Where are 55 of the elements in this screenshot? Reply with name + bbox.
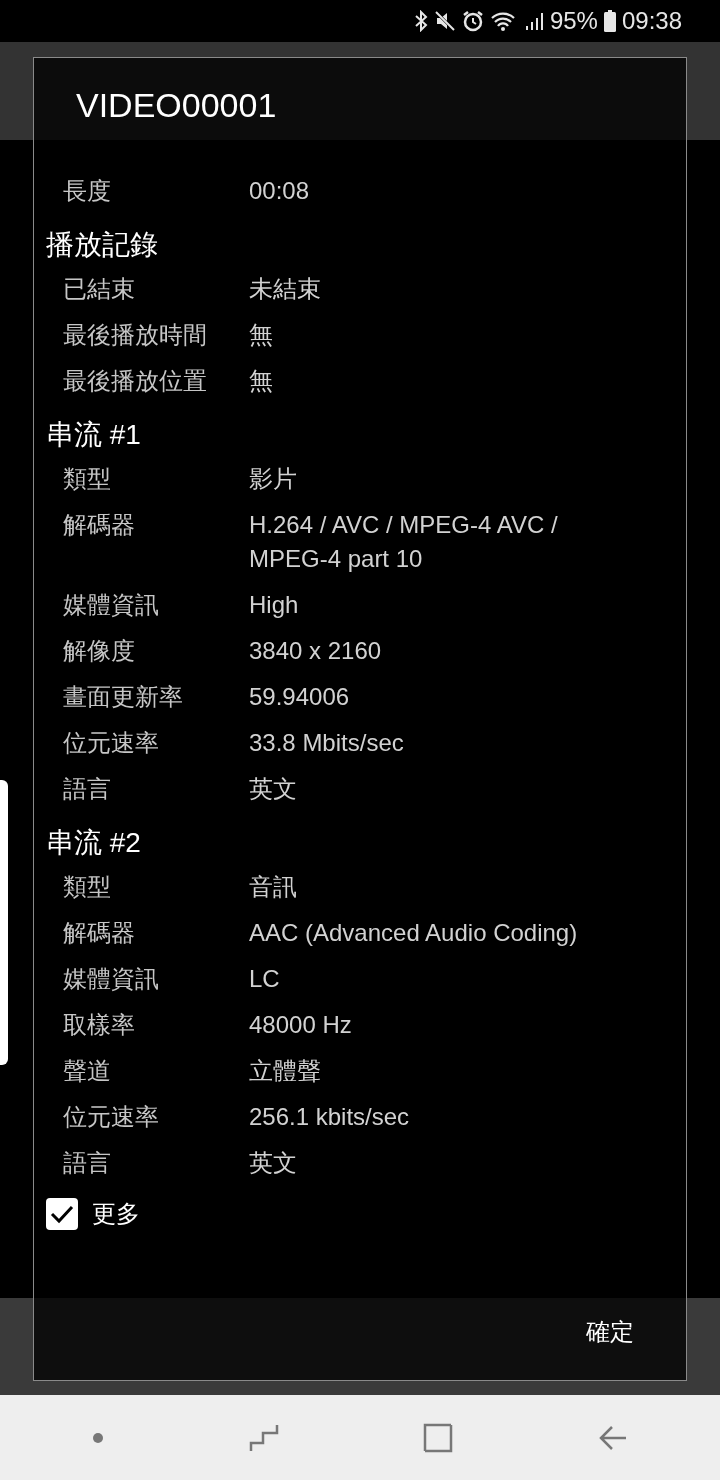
property-label: 媒體資訊: [63, 964, 160, 994]
alarm-icon: [461, 10, 484, 32]
property-label: 已結束: [63, 274, 136, 304]
property-label: 長度: [63, 176, 112, 206]
property-value: 00:08: [249, 176, 311, 206]
battery-icon: [603, 10, 616, 32]
property-label: 解碼器: [63, 918, 136, 948]
property-label: 位元速率: [63, 1102, 160, 1132]
property-value: 無: [249, 366, 274, 396]
home-icon[interactable]: [423, 1422, 454, 1453]
section-heading: 串流 #1: [46, 419, 141, 450]
property-value: High: [249, 590, 300, 620]
property-value: 33.8 Mbits/sec: [249, 728, 405, 758]
signal-icon: [523, 10, 544, 32]
property-label: 類型: [63, 872, 112, 902]
property-label: 語言: [63, 1148, 112, 1178]
check-icon: [50, 1204, 74, 1224]
property-value: H.264 / AVC / MPEG‑4 AVC / MPEG‑4 part 10: [249, 510, 559, 574]
property-label: 最後播放位置: [63, 366, 208, 396]
property-value: LC: [249, 964, 281, 994]
property-label: 解像度: [63, 636, 136, 666]
dialog-title: VIDEO00001: [76, 84, 277, 126]
property-label: 畫面更新率: [63, 682, 184, 712]
property-value: AAC (Advanced Audio Coding): [249, 918, 579, 948]
property-value: 59.94006: [249, 682, 351, 712]
recent-apps-icon[interactable]: [248, 1422, 279, 1453]
property-label: 聲道: [63, 1056, 112, 1086]
property-label: 媒體資訊: [63, 590, 160, 620]
more-label: 更多: [92, 1199, 140, 1229]
edge-panel-handle[interactable]: [0, 780, 8, 1065]
bluetooth-icon: [413, 10, 428, 32]
property-value: 英文: [249, 1148, 298, 1178]
property-value: 音訊: [249, 872, 298, 902]
property-value: 3840 x 2160: [249, 636, 383, 666]
more-checkbox[interactable]: [46, 1198, 78, 1230]
property-label: 最後播放時間: [63, 320, 208, 350]
mute-icon: [433, 10, 456, 32]
property-label: 取樣率: [63, 1010, 136, 1040]
property-value: 未結束: [249, 274, 322, 304]
property-label: 解碼器: [63, 510, 136, 540]
property-label: 類型: [63, 464, 112, 494]
property-value: 英文: [249, 774, 298, 804]
section-heading: 串流 #2: [46, 827, 141, 858]
property-label: 位元速率: [63, 728, 160, 758]
property-value: 無: [249, 320, 274, 350]
property-value: 立體聲: [249, 1056, 322, 1086]
property-label: 語言: [63, 774, 112, 804]
dot-icon: [92, 1431, 105, 1444]
property-value: 影片: [249, 464, 298, 494]
property-value: 256.1 kbits/sec: [249, 1102, 411, 1132]
ok-button[interactable]: 確定: [574, 1306, 646, 1358]
clock: 09:38: [621, 6, 682, 36]
battery-percent: 95%: [549, 6, 598, 36]
property-value: 48000 Hz: [249, 1010, 353, 1040]
section-heading: 播放記錄: [46, 229, 158, 260]
